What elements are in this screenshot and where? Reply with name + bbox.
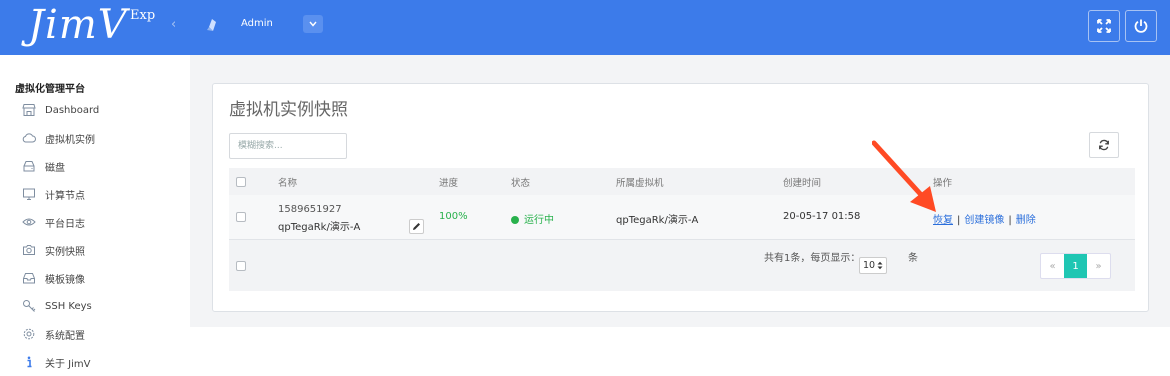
sidebar-item-label: Dashboard <box>45 104 100 116</box>
eye-icon <box>22 218 36 226</box>
per-page-select[interactable]: 10 <box>859 257 887 274</box>
sidebar-item-label: 实例快照 <box>45 246 85 258</box>
power-icon <box>1134 19 1148 33</box>
monitor-icon <box>23 188 35 200</box>
column-header-name: 名称 <box>278 178 298 189</box>
sidebar-item-label: 系统配置 <box>45 330 85 342</box>
sidebar-item-logs[interactable]: 平台日志 <box>22 212 85 232</box>
row-actions: 恢复 | 创建镜像 | 删除 <box>933 215 1036 226</box>
fullscreen-button[interactable] <box>1088 10 1120 42</box>
search-input[interactable] <box>229 133 347 159</box>
gear-icon <box>23 328 35 340</box>
chevron-down-icon <box>309 21 317 27</box>
top-header: JimV Exp ‹ Admin <box>0 0 1170 55</box>
user-avatar-icon <box>207 19 216 31</box>
created-time: 20-05-17 01:58 <box>783 211 861 222</box>
footer-select-checkbox[interactable] <box>236 261 246 271</box>
sidebar-item-label: 关于 JimV <box>45 358 91 370</box>
sidebar-item-templates[interactable]: 模板镜像 <box>22 268 85 288</box>
column-header-vm: 所属虚拟机 <box>616 178 664 189</box>
prev-page-button[interactable]: « <box>1041 254 1064 278</box>
per-page-unit: 条 <box>908 253 918 264</box>
row-divider <box>229 239 1135 240</box>
row-checkbox[interactable] <box>236 212 246 222</box>
sidebar-item-about[interactable]: 关于 JimV <box>22 352 91 372</box>
key-icon <box>23 300 36 312</box>
next-page-button[interactable]: » <box>1087 254 1110 278</box>
user-name: Admin <box>241 18 273 29</box>
snapshot-table: 名称 进度 状态 所属虚拟机 创建时间 操作 1589651927 qpTega… <box>229 168 1135 291</box>
snapshot-id: 1589651927 <box>278 204 342 215</box>
pencil-icon <box>413 223 420 230</box>
camera-icon <box>23 245 35 255</box>
sidebar-item-instances[interactable]: 虚拟机实例 <box>22 128 95 148</box>
delete-link[interactable]: 删除 <box>1016 215 1036 226</box>
info-icon <box>27 356 32 368</box>
expand-icon <box>1097 19 1111 33</box>
sidebar-item-ssh-keys[interactable]: SSH Keys <box>22 296 92 316</box>
column-header-created: 创建时间 <box>783 178 822 189</box>
sidebar-item-snapshots[interactable]: 实例快照 <box>22 240 85 260</box>
sidebar-item-disks[interactable]: 磁盘 <box>22 156 65 176</box>
vm-name: qpTegaRk/演示-A <box>616 215 699 226</box>
status-dot-icon <box>511 216 519 224</box>
store-icon <box>22 104 36 116</box>
sidebar-item-label: 模板镜像 <box>45 274 85 286</box>
page-button-current[interactable]: 1 <box>1064 254 1087 278</box>
column-header-status: 状态 <box>511 178 531 189</box>
pagination-info: 共有1条，每页显示： <box>764 253 861 264</box>
sidebar: 虚拟化管理平台 Dashboard 虚拟机实例 磁盘 计算节点 平台日志 实例快… <box>0 55 190 376</box>
pagination: « 1 » <box>1040 253 1111 279</box>
table-row: 1589651927 qpTegaRk/演示-A 100% 运行中 qpTega… <box>229 195 1135 239</box>
sidebar-title: 虚拟化管理平台 <box>15 84 85 95</box>
sidebar-item-label: 虚拟机实例 <box>45 134 95 146</box>
user-dropdown-button[interactable] <box>303 15 323 33</box>
snapshot-name: qpTegaRk/演示-A <box>278 222 361 233</box>
annotation-arrow <box>872 140 936 212</box>
sidebar-item-dashboard[interactable]: Dashboard <box>22 100 99 120</box>
cloud-icon <box>22 133 36 143</box>
status-text: 运行中 <box>524 215 554 226</box>
edit-name-button[interactable] <box>409 219 424 234</box>
logout-button[interactable] <box>1125 10 1157 42</box>
sidebar-item-label: 磁盘 <box>45 162 65 174</box>
select-all-checkbox[interactable] <box>236 177 246 187</box>
create-image-link[interactable]: 创建镜像 <box>964 215 1004 226</box>
disk-icon <box>23 161 35 172</box>
refresh-icon <box>1099 139 1109 151</box>
sidebar-item-nodes[interactable]: 计算节点 <box>22 184 85 204</box>
progress-value: 100% <box>439 211 468 222</box>
sidebar-item-label: 平台日志 <box>45 218 85 230</box>
sidebar-item-label: SSH Keys <box>45 300 92 312</box>
updown-icon <box>877 261 883 270</box>
per-page-value: 10 <box>862 260 876 271</box>
logo-suffix: Exp <box>130 8 156 23</box>
refresh-button[interactable] <box>1089 132 1119 158</box>
restore-link[interactable]: 恢复 <box>933 215 953 226</box>
status-badge: 运行中 <box>511 211 554 226</box>
sidebar-item-settings[interactable]: 系统配置 <box>22 324 85 344</box>
inbox-icon <box>23 273 35 284</box>
sidebar-collapse-button[interactable]: ‹ <box>171 17 176 32</box>
logo: JimV <box>28 2 128 48</box>
snapshot-panel: 虚拟机实例快照 名称 进度 状态 所属虚拟机 创建时间 操作 158965192… <box>212 83 1149 312</box>
column-header-progress: 进度 <box>439 178 459 189</box>
page-title: 虚拟机实例快照 <box>229 100 348 120</box>
sidebar-item-label: 计算节点 <box>45 190 85 202</box>
